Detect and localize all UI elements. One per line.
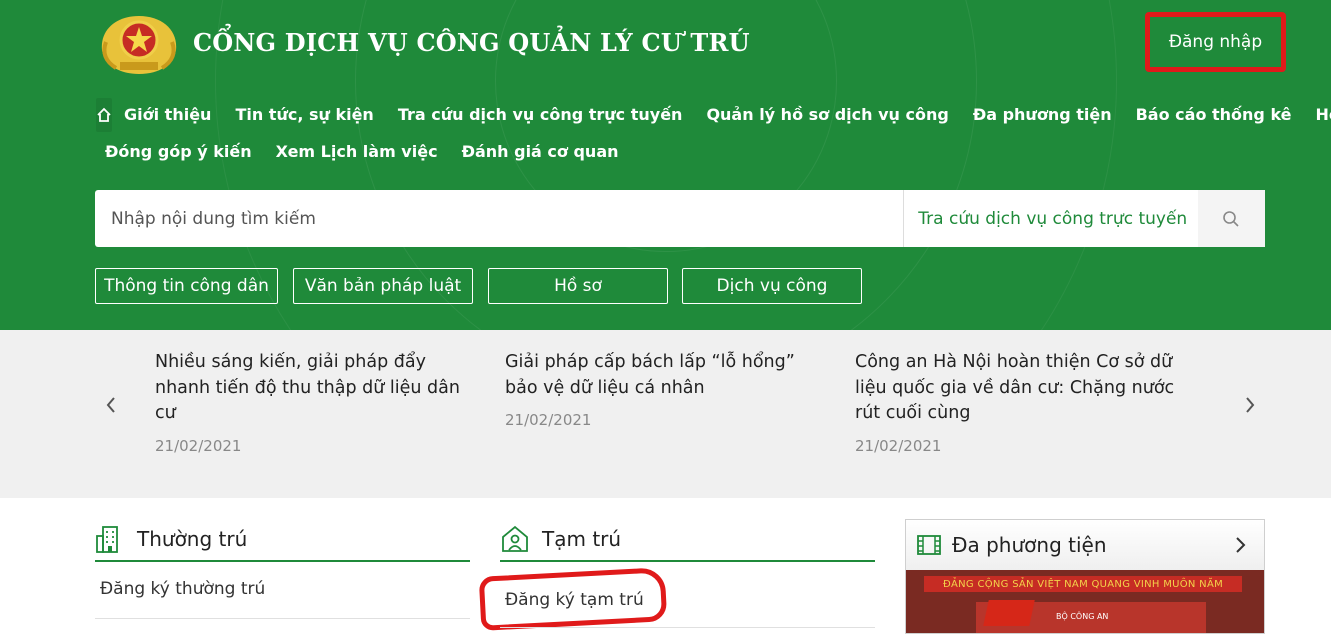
chevron-right-icon: [1246, 397, 1255, 413]
search-button[interactable]: [1197, 190, 1266, 247]
carousel-next-button[interactable]: [1235, 390, 1265, 420]
login-button[interactable]: Đăng nhập: [1145, 12, 1286, 72]
nav-item-news[interactable]: Tin tức, sự kiện: [235, 105, 373, 124]
register-permanent-link[interactable]: Đăng ký thường trú: [100, 579, 265, 599]
nav-item-records[interactable]: Quản lý hồ sơ dịch vụ công: [706, 105, 948, 124]
nav-item-multimedia[interactable]: Đa phương tiện: [973, 105, 1112, 124]
nav-item-intro[interactable]: Giới thiệu: [124, 105, 211, 124]
news-item[interactable]: Giải pháp cấp bách lấp “lỗ hổng” bảo vệ …: [505, 350, 825, 429]
news-title[interactable]: Giải pháp cấp bách lấp “lỗ hổng” bảo vệ …: [505, 350, 825, 401]
multimedia-panel: Đa phương tiện ĐẢNG CỘNG SẢN VIỆT NAM QU…: [905, 519, 1265, 634]
search-bar: Tra cứu dịch vụ công trực tuyến: [95, 190, 1266, 247]
divider: [95, 618, 470, 619]
multimedia-thumbnail[interactable]: ĐẢNG CỘNG SẢN VIỆT NAM QUANG VINH MUÔN N…: [906, 570, 1264, 633]
chevron-right-icon[interactable]: [1230, 535, 1250, 555]
film-icon: [917, 535, 941, 555]
quick-link-public-services[interactable]: Dịch vụ công: [682, 268, 862, 304]
nav-item-reports[interactable]: Báo cáo thống kê: [1136, 105, 1292, 124]
nav-row-1: Giới thiệu Tin tức, sự kiện Tra cứu dịch…: [96, 96, 1331, 133]
flag-image: [983, 600, 1035, 626]
news-date: 21/02/2021: [155, 436, 242, 455]
news-carousel: Nhiều sáng kiến, giải pháp đẩy nhanh tiế…: [0, 330, 1331, 498]
quick-link-citizen-info[interactable]: Thông tin công dân: [95, 268, 278, 304]
divider: [500, 627, 875, 628]
search-icon: [1223, 210, 1239, 227]
section-temporary-residence: Tạm trú: [500, 518, 875, 562]
main-nav: Giới thiệu Tin tức, sự kiện Tra cứu dịch…: [96, 96, 1331, 170]
news-item[interactable]: Công an Hà Nội hoàn thiện Cơ sở dữ liệu …: [855, 350, 1175, 455]
news-title[interactable]: Công an Hà Nội hoàn thiện Cơ sở dữ liệu …: [855, 350, 1175, 427]
house-person-icon: [502, 525, 528, 552]
carousel-prev-button[interactable]: [96, 390, 126, 420]
building-icon: [96, 526, 118, 553]
quick-link-legal-docs[interactable]: Văn bản pháp luật: [293, 268, 473, 304]
nav-item-evaluation[interactable]: Đánh giá cơ quan: [462, 142, 619, 161]
multimedia-title: Đa phương tiện: [952, 533, 1107, 557]
section-permanent-residence: Thường trú: [95, 518, 470, 562]
quick-link-records[interactable]: Hồ sơ: [488, 268, 668, 304]
search-input[interactable]: [95, 190, 905, 247]
nav-item-feedback[interactable]: Đóng góp ý kiến: [105, 142, 252, 161]
multimedia-header[interactable]: Đa phương tiện: [906, 520, 1264, 571]
site-title[interactable]: CỔNG DỊCH VỤ CÔNG QUẢN LÝ CƯ TRÚ: [193, 28, 750, 57]
home-icon[interactable]: [96, 97, 112, 132]
news-title[interactable]: Nhiều sáng kiến, giải pháp đẩy nhanh tiế…: [155, 350, 475, 427]
news-date: 21/02/2021: [505, 411, 592, 429]
nav-item-faq[interactable]: Hỏi đáp: [1316, 105, 1331, 124]
section-title: Tạm trú: [542, 527, 622, 551]
chevron-left-icon: [106, 397, 115, 413]
police-emblem-logo[interactable]: [96, 12, 182, 76]
news-date: 21/02/2021: [855, 436, 942, 455]
nav-item-service-lookup[interactable]: Tra cứu dịch vụ công trực tuyến: [398, 105, 683, 124]
stage-text: BỘ CÔNG AN: [1056, 612, 1109, 621]
header: CỔNG DỊCH VỤ CÔNG QUẢN LÝ CƯ TRÚ Đăng nh…: [0, 0, 1331, 330]
nav-row-2: Đóng góp ý kiến Xem Lịch làm việc Đánh g…: [96, 133, 1276, 170]
news-item[interactable]: Nhiều sáng kiến, giải pháp đẩy nhanh tiế…: [155, 350, 475, 455]
highlight-annotation: [478, 567, 668, 631]
section-title: Thường trú: [137, 527, 248, 551]
slogan-banner: ĐẢNG CỘNG SẢN VIỆT NAM QUANG VINH MUÔN N…: [924, 576, 1242, 592]
nav-item-schedule[interactable]: Xem Lịch làm việc: [276, 142, 438, 161]
search-category-select[interactable]: Tra cứu dịch vụ công trực tuyến: [904, 190, 1197, 247]
